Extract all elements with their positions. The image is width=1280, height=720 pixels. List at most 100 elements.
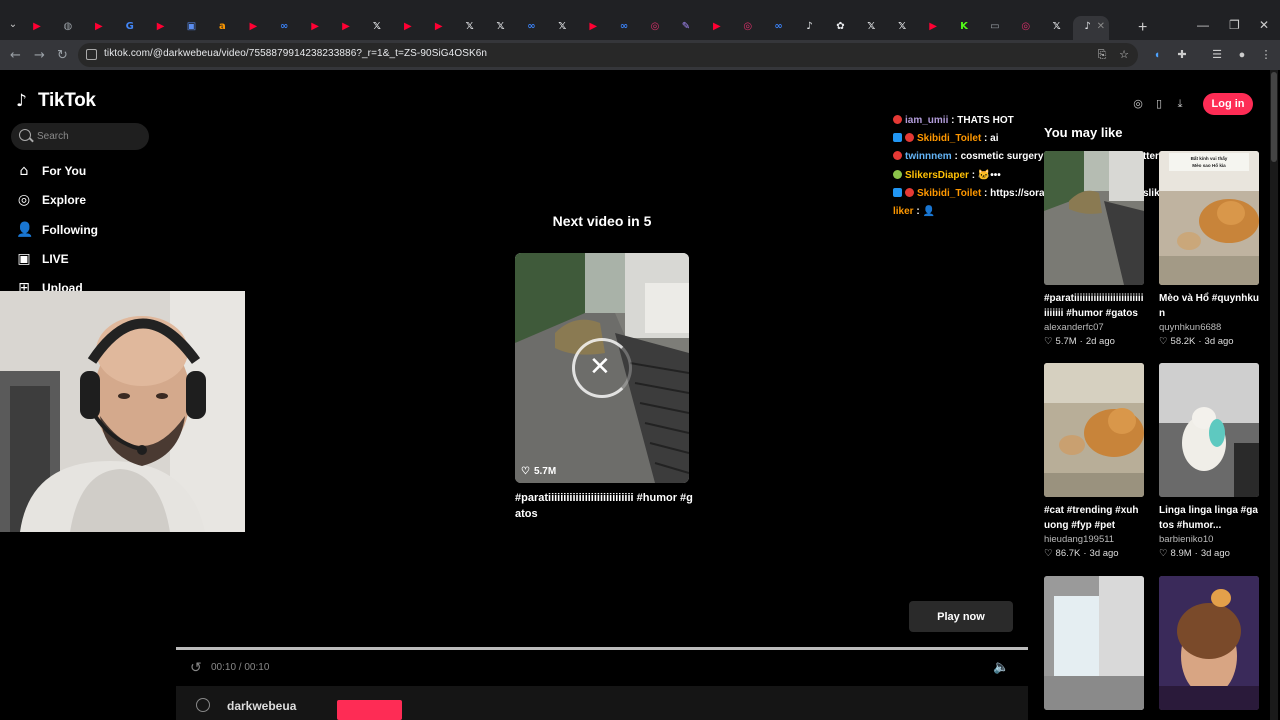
download-icon[interactable]: ⤓: [1173, 97, 1187, 111]
browser-tab[interactable]: ▶: [918, 16, 948, 38]
recommended-video-card[interactable]: Linga linga linga #gatos #humor... barbie…: [1159, 363, 1259, 559]
device-icon[interactable]: ▯: [1152, 97, 1166, 111]
close-window-icon[interactable]: ✕: [1259, 18, 1269, 32]
recommended-video-caption[interactable]: #paratiiiiiiiiiiiiiiiiiiiiiiiiiiiiiiii #…: [1044, 291, 1144, 321]
cancel-autoplay-icon[interactable]: ✕: [589, 352, 611, 382]
sidebar-item-live[interactable]: ▣ LIVE: [16, 247, 69, 271]
browser-menu-icon[interactable]: ⋮: [1259, 48, 1273, 62]
compass-icon[interactable]: ◎: [1131, 97, 1145, 111]
browser-tab[interactable]: ▶: [331, 16, 361, 38]
minimize-icon[interactable]: —: [1197, 18, 1209, 32]
search-input[interactable]: [37, 128, 147, 145]
recommended-video-card[interactable]: [1159, 576, 1259, 710]
login-button[interactable]: Log in: [1203, 93, 1253, 115]
restore-icon[interactable]: ❐: [1229, 18, 1240, 32]
recommended-video-card[interactable]: #paratiiiiiiiiiiiiiiiiiiiiiiiiiiiiiiii #…: [1044, 151, 1144, 347]
browser-tab[interactable]: ◎: [1011, 16, 1041, 38]
search-box[interactable]: [11, 123, 149, 150]
browser-tab[interactable]: ♪ ✕: [1072, 16, 1109, 40]
next-video-caption[interactable]: #paratiiiiiiiiiiiiiiiiiiiiiiiiiiii #humo…: [515, 490, 695, 522]
browser-tab[interactable]: 𝕏: [887, 16, 917, 38]
browser-tab[interactable]: ◍: [53, 16, 83, 38]
tiktok-logo[interactable]: ♪ TikTok: [16, 90, 96, 112]
browser-tab[interactable]: ▭: [980, 16, 1010, 38]
volume-icon[interactable]: 🔈: [993, 660, 1009, 675]
browser-tab[interactable]: a: [207, 16, 237, 38]
browser-tab[interactable]: K: [949, 16, 979, 38]
browser-tab[interactable]: 𝕏: [362, 16, 392, 38]
browser-tab[interactable]: ▶: [424, 16, 454, 38]
recommended-video-card[interactable]: #cat #trending #xuhuong #fyp #pet hieudan…: [1044, 363, 1144, 559]
recommended-video-caption[interactable]: #cat #trending #xuhuong #fyp #pet: [1044, 503, 1144, 533]
page-scrollbar[interactable]: [1270, 70, 1278, 720]
profile-avatar-icon[interactable]: ●: [1235, 48, 1249, 62]
replay-icon[interactable]: ↺: [190, 660, 202, 676]
browser-tab[interactable]: ▣: [177, 16, 207, 38]
browser-tab[interactable]: 𝕏: [486, 16, 516, 38]
recommended-video-author[interactable]: quynhkun6688: [1159, 322, 1259, 333]
recommended-video-thumbnail[interactable]: Bất kính vui thấy Mèo sao Hổ kìa: [1159, 151, 1259, 285]
page-scrollbar-thumb[interactable]: [1271, 72, 1277, 162]
browser-tab[interactable]: ♪: [795, 16, 825, 38]
browser-tab[interactable]: ✎: [671, 16, 701, 38]
heart-icon: ♡: [1159, 548, 1168, 559]
forward-icon[interactable]: →: [34, 48, 45, 63]
back-icon[interactable]: ←: [10, 48, 21, 63]
reading-list-icon[interactable]: ☰: [1210, 48, 1224, 62]
browser-tab[interactable]: ◎: [640, 16, 670, 38]
recommended-video-thumbnail[interactable]: [1159, 576, 1259, 710]
site-info-icon[interactable]: [86, 49, 97, 60]
close-tab-icon[interactable]: ✕: [1097, 21, 1105, 32]
url-field[interactable]: tiktok.com/@darkwebeua/video/75588799142…: [78, 43, 1138, 67]
browser-tab[interactable]: ▶: [146, 16, 176, 38]
browser-tab[interactable]: 𝕏: [856, 16, 886, 38]
recommended-video-card[interactable]: Bất kính vui thấy Mèo sao Hổ kìa Mèo và Hổ…: [1159, 151, 1259, 347]
browser-tab[interactable]: ✿: [825, 16, 855, 38]
extension-icon[interactable]: ◖: [1150, 48, 1164, 62]
browser-tab[interactable]: ▶: [300, 16, 330, 38]
browser-tab[interactable]: ▶: [578, 16, 608, 38]
browser-tab[interactable]: ◎: [733, 16, 763, 38]
meta-separator: ·: [1083, 548, 1087, 559]
browser-tab[interactable]: ▶: [84, 16, 114, 38]
browser-tab[interactable]: ∞: [764, 16, 794, 38]
recommended-video-caption[interactable]: Linga linga linga #gatos #humor...: [1159, 503, 1259, 533]
recommended-video-thumbnail[interactable]: [1044, 363, 1144, 497]
extensions-puzzle-icon[interactable]: ✚: [1175, 48, 1189, 62]
sidebar-item-for-you[interactable]: ⌂ For You: [16, 159, 87, 183]
browser-tab[interactable]: ▶: [393, 16, 423, 38]
recommended-video-thumbnail[interactable]: [1044, 151, 1144, 285]
browser-tab[interactable]: 𝕏: [1042, 16, 1072, 38]
browser-tab[interactable]: ▶: [22, 16, 52, 38]
play-now-button[interactable]: Play now: [909, 601, 1013, 632]
browser-tab[interactable]: 𝕏: [547, 16, 577, 38]
recommended-video-thumbnail[interactable]: [1159, 363, 1259, 497]
url-text[interactable]: tiktok.com/@darkwebeua/video/75588799142…: [104, 48, 487, 59]
bookmark-star-icon[interactable]: ☆: [1117, 48, 1131, 62]
install-app-icon[interactable]: ⎘: [1095, 48, 1109, 62]
sidebar-item-label: LIVE: [42, 251, 69, 266]
browser-tab[interactable]: ▶: [702, 16, 732, 38]
recommended-video-caption[interactable]: Mèo và Hổ #quynhkun: [1159, 291, 1259, 321]
recommended-video-thumbnail[interactable]: [1044, 576, 1144, 710]
browser-tab[interactable]: G: [115, 16, 145, 38]
recommended-video-author[interactable]: hieudang199511: [1044, 534, 1144, 545]
browser-tab[interactable]: 𝕏: [455, 16, 485, 38]
sidebar-item-explore[interactable]: ◎ Explore: [16, 188, 86, 212]
browser-tab[interactable]: ∞: [269, 16, 299, 38]
author-username[interactable]: darkwebeua: [227, 699, 296, 713]
new-tab-button[interactable]: +: [1138, 19, 1147, 37]
recommended-video-author[interactable]: alexanderfc07: [1044, 322, 1144, 333]
browser-tab[interactable]: ∞: [516, 16, 546, 38]
video-progress-bar[interactable]: [176, 647, 1028, 650]
recommended-video-author[interactable]: barbieniko10: [1159, 534, 1259, 545]
follow-button[interactable]: [337, 700, 402, 720]
browser-tab[interactable]: ▶: [238, 16, 268, 38]
recommended-video-card[interactable]: [1044, 576, 1144, 710]
author-avatar-icon[interactable]: [196, 698, 210, 712]
tab-search-icon[interactable]: ⌄: [6, 18, 20, 32]
reload-icon[interactable]: ↻: [57, 48, 68, 63]
browser-tab[interactable]: ∞: [609, 16, 639, 38]
chat-username: SlikersDiaper: [905, 169, 969, 181]
sidebar-item-following[interactable]: 👤 Following: [16, 218, 98, 242]
